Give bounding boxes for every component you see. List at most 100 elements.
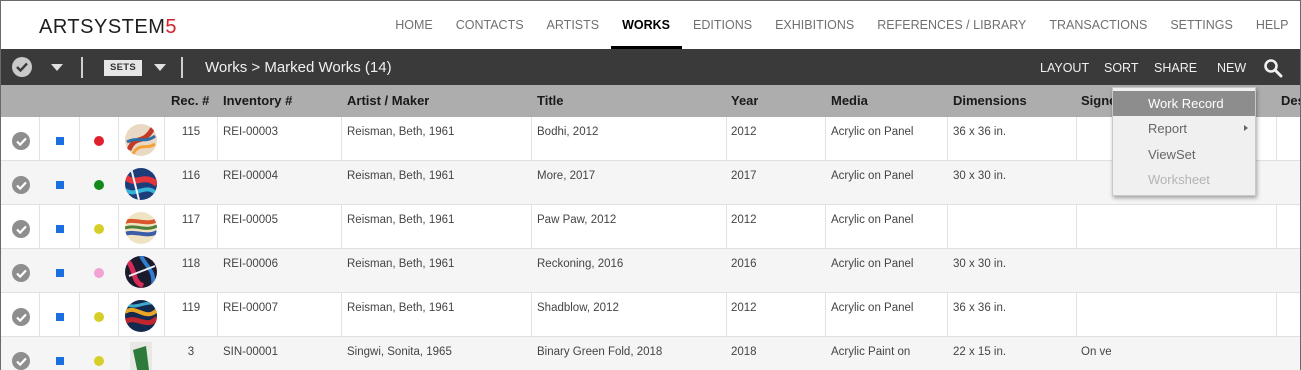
column-header-artist[interactable]: Artist / Maker xyxy=(347,85,429,117)
cell-media: Acrylic on Panel xyxy=(831,258,914,270)
sets-chevron-down-icon[interactable] xyxy=(154,64,166,71)
sort-button[interactable]: SORT xyxy=(1104,61,1139,75)
app-logo[interactable]: ARTSYSTEM5 xyxy=(39,16,177,39)
nav-editions[interactable]: EDITIONS xyxy=(682,1,764,49)
artwork-thumbnail[interactable] xyxy=(125,212,157,244)
row-checkmark-icon[interactable] xyxy=(12,264,30,282)
cell-artist: Reisman, Beth, 1961 xyxy=(347,258,455,270)
submenu-arrow-icon xyxy=(1244,125,1248,131)
table-header: Rec. # Inventory # Artist / Maker Title … xyxy=(1,85,1300,117)
column-header-signed[interactable]: Signed xyxy=(1081,85,1113,117)
column-header-year[interactable]: Year xyxy=(731,85,758,117)
nav-references-library[interactable]: REFERENCES / LIBRARY xyxy=(866,1,1038,49)
cell-rec: 117 xyxy=(181,214,201,226)
cell-year: 2012 xyxy=(731,126,757,138)
cell-artist: Reisman, Beth, 1961 xyxy=(347,302,455,314)
mark-square-icon[interactable] xyxy=(56,313,64,321)
toolbar-divider xyxy=(181,57,183,78)
cell-artist: Reisman, Beth, 1961 xyxy=(347,214,455,226)
table-row[interactable]: 118 REI-00006 Reisman, Beth, 1961 Reckoning… xyxy=(1,249,1300,293)
status-dot-icon[interactable] xyxy=(94,268,104,278)
artwork-thumbnail[interactable] xyxy=(130,342,152,370)
mark-square-icon[interactable] xyxy=(56,269,64,277)
column-header-title[interactable]: Title xyxy=(537,85,564,117)
cell-dimensions: 30 x 30 in. xyxy=(953,170,1007,182)
nav-settings[interactable]: SETTINGS xyxy=(1159,1,1245,49)
cell-year: 2012 xyxy=(731,214,757,226)
select-menu-chevron-down-icon[interactable] xyxy=(51,64,63,71)
status-dot-icon[interactable] xyxy=(94,224,104,234)
cell-rec: 118 xyxy=(181,258,201,270)
row-checkmark-icon[interactable] xyxy=(12,132,30,150)
cell-artist: Singwi, Sonita, 1965 xyxy=(347,346,452,358)
column-header-media[interactable]: Media xyxy=(831,85,868,117)
cell-inventory: SIN-00001 xyxy=(223,346,278,358)
layout-button[interactable]: LAYOUT xyxy=(1040,61,1089,75)
artwork-thumbnail[interactable] xyxy=(125,300,157,332)
table-row[interactable]: 3 SIN-00001 Singwi, Sonita, 1965 Binary Gre… xyxy=(1,337,1300,370)
table-row[interactable]: 117 REI-00005 Reisman, Beth, 1961 Paw Paw, … xyxy=(1,205,1300,249)
menu-item-viewset[interactable]: ViewSet xyxy=(1113,142,1255,167)
cell-inventory: REI-00004 xyxy=(223,170,278,182)
status-dot-icon[interactable] xyxy=(94,356,104,366)
cell-media: Acrylic Paint on xyxy=(831,346,911,358)
cell-dimensions: 22 x 15 in. xyxy=(953,346,1007,358)
cell-title: Paw Paw, 2012 xyxy=(537,214,617,226)
menu-item-work-record[interactable]: Work Record xyxy=(1113,91,1255,116)
artwork-thumbnail[interactable] xyxy=(125,124,157,156)
menu-item-report[interactable]: Report xyxy=(1113,116,1255,141)
cell-media: Acrylic on Panel xyxy=(831,302,914,314)
cell-artist: Reisman, Beth, 1961 xyxy=(347,126,455,138)
column-header-rec[interactable]: Rec. # xyxy=(171,85,209,117)
status-dot-icon[interactable] xyxy=(94,180,104,190)
artwork-thumbnail[interactable] xyxy=(125,256,157,288)
status-dot-icon[interactable] xyxy=(94,312,104,322)
row-checkmark-icon[interactable] xyxy=(12,220,30,238)
cell-signed xyxy=(1081,249,1111,293)
share-button[interactable]: SHARE xyxy=(1154,61,1197,75)
mark-square-icon[interactable] xyxy=(56,357,64,365)
column-header-inventory[interactable]: Inventory # xyxy=(223,85,292,117)
cell-signed xyxy=(1081,205,1111,249)
nav-contacts[interactable]: CONTACTS xyxy=(444,1,535,49)
search-icon[interactable] xyxy=(1263,58,1283,83)
cell-rec: 116 xyxy=(181,170,201,182)
mark-square-icon[interactable] xyxy=(56,225,64,233)
cell-inventory: REI-00003 xyxy=(223,126,278,138)
table-row[interactable]: 116 REI-00004 Reisman, Beth, 1961 More, 201… xyxy=(1,161,1300,205)
nav-works[interactable]: WORKS xyxy=(610,1,682,49)
menu-item-worksheet: Worksheet xyxy=(1148,172,1210,187)
row-checkmark-icon[interactable] xyxy=(12,176,30,194)
cell-artist: Reisman, Beth, 1961 xyxy=(347,170,455,182)
row-checkmark-icon[interactable] xyxy=(12,308,30,326)
nav-artists[interactable]: ARTISTS xyxy=(535,1,611,49)
cell-dimensions: 30 x 30 in. xyxy=(953,258,1007,270)
sets-button[interactable]: SETS xyxy=(104,60,142,76)
nav-transactions[interactable]: TRANSACTIONS xyxy=(1038,1,1159,49)
cell-rec: 115 xyxy=(181,126,201,138)
column-header-dimensions[interactable]: Dimensions xyxy=(953,85,1027,117)
artwork-thumbnail[interactable] xyxy=(125,168,157,200)
toolbar: SETS Works > Marked Works (14) LAYOUT SO… xyxy=(1,49,1300,85)
new-button[interactable]: NEW xyxy=(1217,61,1246,75)
cell-media: Acrylic on Panel xyxy=(831,214,914,226)
top-navigation: ARTSYSTEM5 HOME CONTACTS ARTISTS WORKS E… xyxy=(1,1,1300,49)
status-dot-icon[interactable] xyxy=(94,136,104,146)
cell-title: More, 2017 xyxy=(537,170,596,182)
mark-square-icon[interactable] xyxy=(56,181,64,189)
nav-exhibitions[interactable]: EXHIBITIONS xyxy=(764,1,866,49)
nav-help[interactable]: HELP xyxy=(1244,1,1300,49)
mark-square-icon[interactable] xyxy=(56,137,64,145)
cell-signed xyxy=(1081,293,1111,337)
table-row[interactable]: 119 REI-00007 Reisman, Beth, 1961 Shadblow,… xyxy=(1,293,1300,337)
cell-signed xyxy=(1081,117,1111,161)
cell-year: 2016 xyxy=(731,258,757,270)
nav-links: HOME CONTACTS ARTISTS WORKS EDITIONS EXH… xyxy=(384,1,1300,49)
table-row[interactable]: 115 REI-00003 Reisman, Beth, 1961 Bodhi, 20… xyxy=(1,117,1300,161)
logo-text: ARTSYSTEM xyxy=(39,16,166,38)
cell-media: Acrylic on Panel xyxy=(831,170,914,182)
nav-home[interactable]: HOME xyxy=(384,1,445,49)
row-checkmark-icon[interactable] xyxy=(12,352,30,370)
select-all-checkmark-icon[interactable] xyxy=(12,57,32,77)
column-header-description[interactable]: Des xyxy=(1281,85,1300,117)
